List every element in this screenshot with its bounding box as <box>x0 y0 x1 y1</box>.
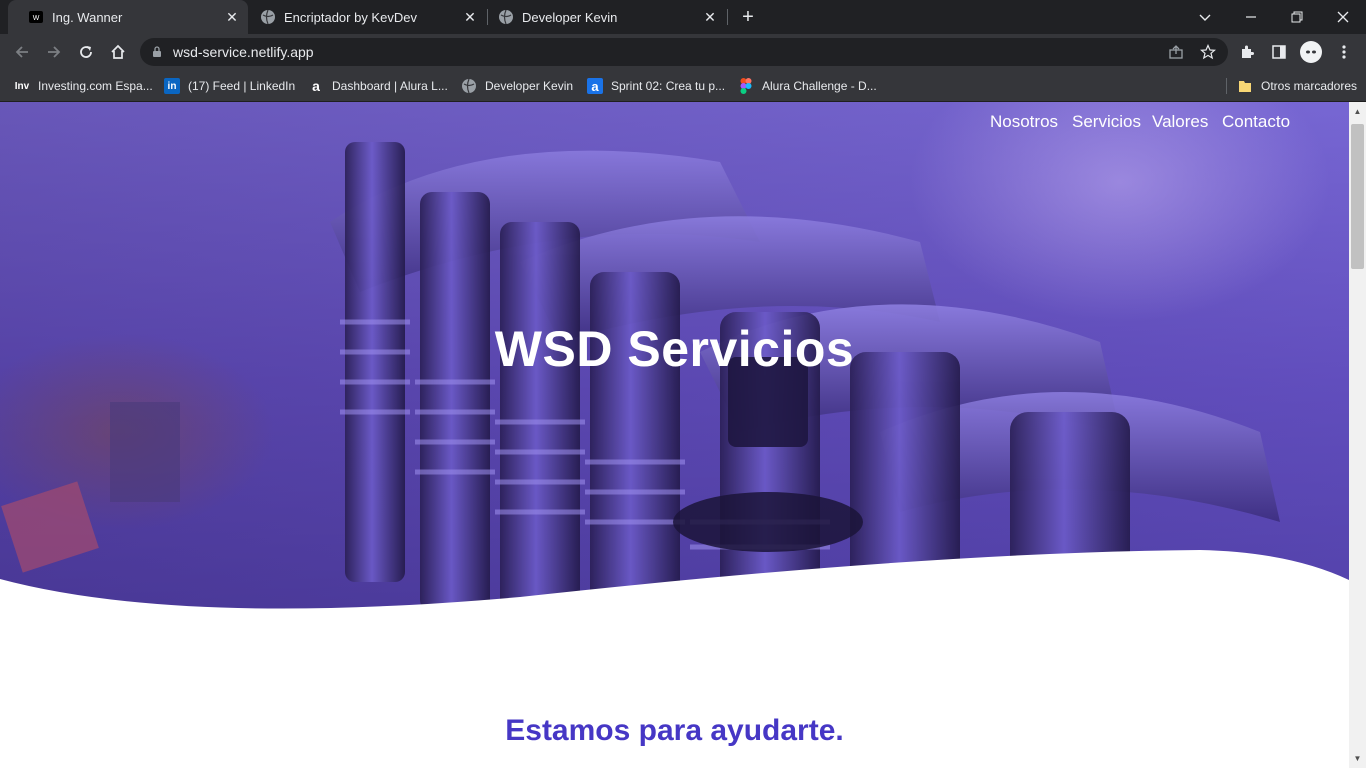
nav-link-valores[interactable]: Valores <box>1152 112 1208 132</box>
hero-banner: Nosotros Servicios Valores Contacto WSD … <box>0 102 1349 612</box>
hero-title: WSD Servicios <box>494 321 855 377</box>
profile-avatar[interactable] <box>1297 38 1325 66</box>
share-icon[interactable] <box>1168 44 1184 60</box>
close-window-button[interactable] <box>1320 0 1366 34</box>
restore-button[interactable] <box>1274 0 1320 34</box>
bookmark-label: Sprint 02: Crea tu p... <box>611 79 726 93</box>
minimize-button[interactable] <box>1228 0 1274 34</box>
tab-separator <box>727 9 728 25</box>
globe-icon <box>260 9 276 25</box>
bookmark-alura-dashboard[interactable]: a Dashboard | Alura L... <box>308 76 448 96</box>
webpage: Nosotros Servicios Valores Contacto WSD … <box>0 102 1349 768</box>
tab-title: Ing. Wanner <box>52 9 123 25</box>
close-tab-icon[interactable]: ✕ <box>462 9 478 25</box>
back-button[interactable] <box>8 38 36 66</box>
address-bar[interactable]: wsd-service.netlify.app <box>140 38 1228 66</box>
tab-ing-wanner[interactable]: W Ing. Wanner ✕ <box>8 0 248 34</box>
reload-button[interactable] <box>72 38 100 66</box>
bookmark-sprint[interactable]: a Sprint 02: Crea tu p... <box>587 76 725 96</box>
bookmark-investing[interactable]: Inv Investing.com Espa... <box>14 76 153 96</box>
menu-kebab-icon[interactable] <box>1330 38 1358 66</box>
tab-search-icon[interactable] <box>1182 0 1228 34</box>
forward-button[interactable] <box>40 38 68 66</box>
site-logo-icon: W <box>28 9 44 25</box>
scroll-down-arrow[interactable]: ▼ <box>1349 750 1366 767</box>
bookmark-label: (17) Feed | LinkedIn <box>188 79 296 93</box>
close-tab-icon[interactable]: ✕ <box>224 9 240 25</box>
bookmark-alura-challenge[interactable]: Alura Challenge - D... <box>738 76 877 96</box>
lock-icon[interactable] <box>152 45 162 63</box>
svg-text:W: W <box>33 15 40 22</box>
nav-link-servicios[interactable]: Servicios <box>1072 112 1141 132</box>
tab-strip: W Ing. Wanner ✕ Encriptador by KevDev ✕ … <box>0 0 1366 34</box>
hero-wave-divider <box>0 550 1349 612</box>
linkedin-icon: in <box>164 78 180 94</box>
investing-icon: Inv <box>14 80 30 92</box>
scroll-up-arrow[interactable]: ▲ <box>1349 103 1366 120</box>
url-text[interactable]: wsd-service.netlify.app <box>173 44 314 60</box>
globe-icon <box>498 9 514 25</box>
new-tab-button[interactable]: + <box>736 5 760 29</box>
figma-icon <box>738 78 754 94</box>
alura-icon: a <box>312 78 320 94</box>
bookmark-developer-kevin[interactable]: Developer Kevin <box>461 76 573 96</box>
bookmark-star-icon[interactable] <box>1199 44 1217 60</box>
bookmark-label: Developer Kevin <box>485 79 574 93</box>
bookmark-label: Otros marcadores <box>1261 79 1358 93</box>
browser-toolbar: wsd-service.netlify.app <box>0 34 1366 70</box>
nav-link-contacto[interactable]: Contacto <box>1222 112 1290 132</box>
side-panel-icon[interactable] <box>1265 38 1293 66</box>
close-tab-icon[interactable]: ✕ <box>702 9 718 25</box>
bookmark-divider <box>1226 78 1227 94</box>
globe-icon <box>461 78 477 94</box>
bookmark-other-folder[interactable]: Otros marcadores <box>1237 76 1357 96</box>
tab-title: Encriptador by KevDev <box>284 9 417 25</box>
scrollbar-thumb[interactable] <box>1351 124 1364 269</box>
tab-title: Developer Kevin <box>522 9 618 25</box>
extensions-icon[interactable] <box>1233 38 1261 66</box>
home-button[interactable] <box>104 38 132 66</box>
bookmarks-bar: Inv Investing.com Espa... in (17) Feed |… <box>0 70 1366 102</box>
folder-icon <box>1237 78 1253 94</box>
nav-link-nosotros[interactable]: Nosotros <box>990 112 1058 132</box>
bookmark-label: Alura Challenge - D... <box>762 79 877 93</box>
tab-encriptador[interactable]: Encriptador by KevDev ✕ <box>248 0 486 34</box>
alura-icon: a <box>587 78 603 94</box>
section-title: Estamos para ayudarte. <box>505 714 844 747</box>
tab-developer-kevin[interactable]: Developer Kevin ✕ <box>488 0 726 34</box>
bookmark-label: Dashboard | Alura L... <box>332 79 448 93</box>
bookmark-label: Investing.com Espa... <box>38 79 153 93</box>
bookmark-linkedin[interactable]: in (17) Feed | LinkedIn <box>164 76 295 96</box>
